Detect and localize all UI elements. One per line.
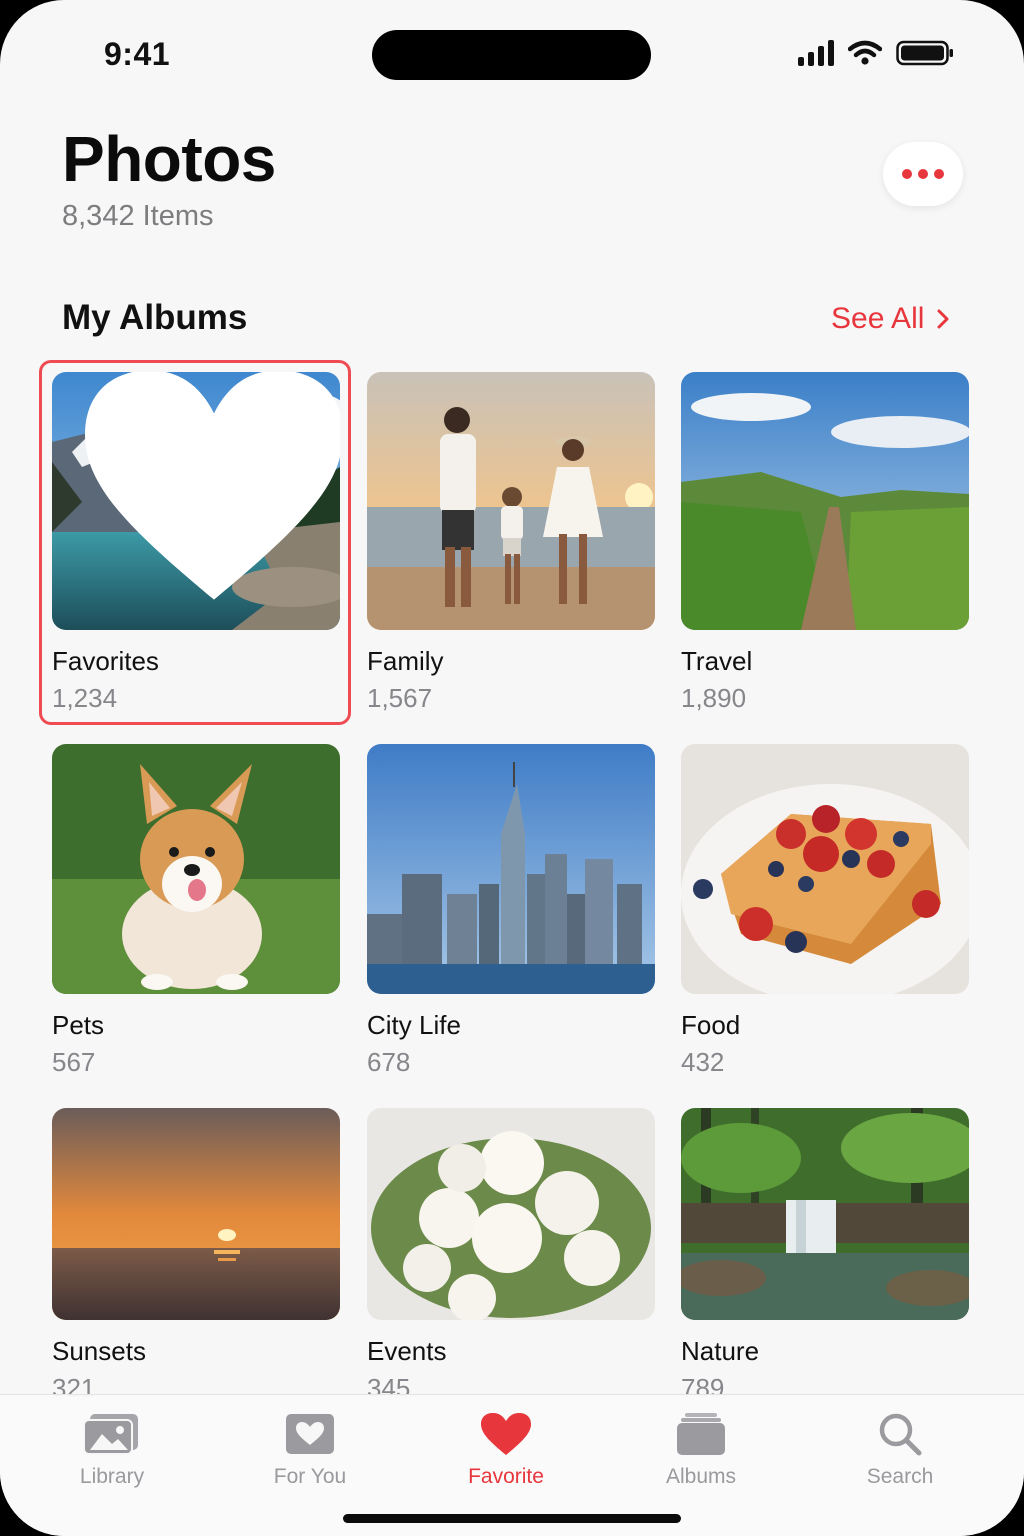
album-thumbnail	[52, 372, 340, 630]
white-roses-image	[367, 1108, 655, 1320]
album-name: Food	[681, 1010, 741, 1040]
tab-for-you[interactable]: For You	[240, 1411, 380, 1489]
album-thumbnail	[52, 1108, 340, 1320]
dynamic-island	[372, 30, 651, 80]
album-name: City Life	[367, 1010, 461, 1040]
album-count: 1,890	[681, 683, 747, 713]
album-name: Travel	[681, 646, 753, 676]
see-all-link[interactable]: See All	[831, 302, 950, 336]
corgi-dog-image	[52, 744, 340, 994]
albums-stack-icon	[677, 1413, 725, 1455]
album-thumbnail	[681, 372, 969, 630]
album-count: 432	[681, 1047, 725, 1077]
phone-screen: 9:41 Photos 8,342 Items My Albums See Al…	[0, 0, 1024, 1536]
album-name: Favorites	[52, 646, 159, 676]
album-count: 1,567	[367, 683, 433, 713]
more-options-button[interactable]	[883, 142, 963, 206]
ellipsis-icon	[902, 169, 912, 179]
album-thumbnail	[52, 744, 340, 994]
tab-favorite[interactable]: Favorite	[436, 1411, 576, 1489]
album-card-food[interactable]: Food 432	[681, 744, 971, 1078]
album-card-nature[interactable]: Nature 789	[681, 1108, 971, 1404]
city-skyline-image	[367, 744, 655, 994]
album-count: 567	[52, 1047, 96, 1077]
search-icon	[879, 1413, 922, 1456]
album-thumbnail	[367, 1108, 655, 1320]
album-thumbnail	[681, 744, 969, 994]
album-thumbnail	[367, 372, 655, 630]
tab-search[interactable]: Search	[830, 1411, 970, 1489]
tab-label: For You	[273, 1465, 347, 1488]
tab-label: Favorite	[468, 1465, 544, 1488]
album-count: 1,234	[52, 683, 118, 713]
family-beach-image	[367, 372, 655, 630]
tab-label: Search	[866, 1465, 934, 1488]
see-all-label: See All	[831, 302, 925, 335]
album-card-pets[interactable]: Pets 567	[52, 744, 342, 1078]
section-title: My Albums	[62, 298, 248, 337]
album-card-favorites[interactable]: Favorites 1,234	[52, 372, 342, 714]
pancakes-berries-image	[681, 744, 969, 994]
sunset-ocean-image	[52, 1108, 340, 1320]
album-name: Nature	[681, 1336, 760, 1366]
favorite-heart-icon	[85, 372, 340, 600]
battery-icon	[896, 40, 953, 66]
chevron-right-icon	[937, 309, 949, 329]
status-icons	[798, 40, 954, 66]
album-card-sunsets[interactable]: Sunsets 321	[52, 1108, 342, 1404]
album-name: Pets	[52, 1010, 105, 1040]
album-name: Family	[367, 646, 444, 676]
forest-waterfall-image	[681, 1108, 969, 1320]
tab-albums[interactable]: Albums	[631, 1411, 771, 1489]
item-count: 8,342 Items	[62, 200, 214, 232]
page-title: Photos	[62, 123, 276, 195]
status-time: 9:41	[104, 36, 171, 72]
tab-label: Albums	[665, 1465, 737, 1488]
album-card-city-life[interactable]: City Life 678	[367, 744, 657, 1078]
wifi-icon	[848, 40, 882, 65]
home-indicator[interactable]	[343, 1514, 681, 1523]
album-card-travel[interactable]: Travel 1,890	[681, 372, 971, 714]
photo-library-icon	[83, 1414, 138, 1455]
tab-label: Library	[79, 1465, 145, 1488]
heart-icon	[481, 1413, 531, 1455]
album-name: Sunsets	[52, 1336, 146, 1366]
cellular-signal-icon	[798, 40, 834, 66]
album-thumbnail	[681, 1108, 969, 1320]
album-thumbnail	[367, 744, 655, 994]
album-card-family[interactable]: Family 1,567	[367, 372, 657, 714]
album-card-events[interactable]: Events 345	[367, 1108, 657, 1404]
album-name: Events	[367, 1336, 447, 1366]
country-road-image	[681, 372, 969, 630]
for-you-heart-icon	[286, 1414, 334, 1454]
tab-library[interactable]: Library	[42, 1411, 182, 1489]
album-count: 678	[367, 1047, 411, 1077]
